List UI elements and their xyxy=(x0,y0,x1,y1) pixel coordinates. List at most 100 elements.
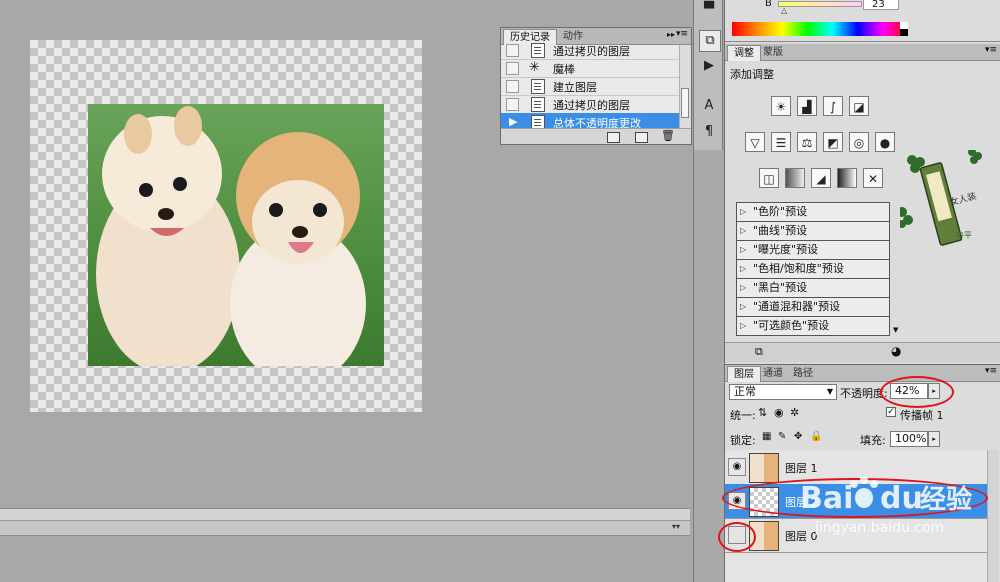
annotation-circle-visibility xyxy=(718,522,756,552)
history-state-icon xyxy=(531,43,545,58)
history-item[interactable]: 通过拷贝的图层 xyxy=(501,41,679,60)
unify-label: 统一: xyxy=(730,409,756,422)
clover-sticker-decoration: 女人装 中平 xyxy=(897,148,996,260)
history-item-label: 建立图层 xyxy=(553,81,597,94)
magic-wand-icon: ✳ xyxy=(529,60,540,75)
threshold-icon[interactable]: ◢ xyxy=(811,168,831,188)
play-icon[interactable]: ▶ xyxy=(699,56,719,76)
history-item[interactable]: 通过拷贝的图层 xyxy=(501,95,679,114)
exposure-icon[interactable]: ◪ xyxy=(849,96,869,116)
history-checkbox[interactable] xyxy=(506,44,519,57)
scroll-down-icon[interactable]: ▼ xyxy=(893,326,898,334)
character-icon[interactable]: A xyxy=(699,96,719,116)
history-checkbox[interactable] xyxy=(506,62,519,75)
status-bar-top xyxy=(0,508,690,520)
history-checkbox[interactable] xyxy=(506,80,519,93)
dog-photo xyxy=(88,104,384,366)
unify-visibility-icon[interactable]: ◉ xyxy=(774,406,784,419)
expand-triangle-icon: ▷ xyxy=(740,302,747,311)
history-item[interactable]: 建立图层 xyxy=(501,77,679,96)
fill-label: 填充: xyxy=(860,434,886,447)
tab-paths[interactable]: 路径 xyxy=(787,366,819,381)
fill-slider-toggle[interactable]: ▸ xyxy=(928,431,940,447)
return-icon[interactable]: ⧉ xyxy=(755,345,763,359)
preset-label: "可选颜色"预设 xyxy=(753,319,830,332)
channel-label: B xyxy=(765,0,772,9)
tab-channels[interactable]: 通道 xyxy=(757,366,789,381)
expand-triangle-icon: ▷ xyxy=(740,245,747,254)
lock-all-icon[interactable]: 🔒 xyxy=(810,431,822,442)
preset-label: "曲线"预设 xyxy=(753,224,808,237)
blend-mode-select[interactable]: 正常 ▼ xyxy=(729,384,837,400)
watermark-brand-c: 经验 xyxy=(920,484,972,515)
two-pomeranian-dogs-image xyxy=(96,106,366,366)
color-spectrum[interactable] xyxy=(732,22,908,36)
expand-triangle-icon: ▷ xyxy=(740,226,747,235)
history-brush-icon[interactable]: ⧉ xyxy=(699,30,721,52)
clip-icon[interactable]: ◕ xyxy=(891,344,901,358)
watermark-url: jingyan.baidu.com xyxy=(814,520,944,536)
tab-masks[interactable]: 蒙版 xyxy=(757,45,789,60)
selective-color-icon[interactable]: ✕ xyxy=(863,168,883,188)
lock-paint-icon[interactable]: ✎ xyxy=(778,431,786,442)
vibrance-icon[interactable]: ▽ xyxy=(745,132,765,152)
collapse-icon[interactable]: ▸▸ xyxy=(667,30,675,39)
lock-transparency-icon[interactable]: ▦ xyxy=(762,431,771,442)
panel-menu-icon[interactable]: ▾≡ xyxy=(985,366,997,376)
lock-position-icon[interactable]: ✥ xyxy=(794,431,802,442)
channel-mixer-icon[interactable]: ● xyxy=(875,132,895,152)
preset-item[interactable]: ▷ "通道混和器"预设 xyxy=(737,298,889,317)
history-state-icon xyxy=(531,97,545,112)
panel-menu-icon[interactable]: ▾▾ xyxy=(672,522,688,534)
stamp-icon[interactable]: ▀ xyxy=(699,0,719,20)
preset-item[interactable]: ▷ "黑白"预设 xyxy=(737,279,889,298)
dock-empty-area xyxy=(693,150,723,582)
hue-saturation-icon[interactable]: ☰ xyxy=(771,132,791,152)
history-footer: 🗑 xyxy=(501,128,691,144)
expand-triangle-icon: ▷ xyxy=(740,207,747,216)
color-balance-icon[interactable]: ⚖ xyxy=(797,132,817,152)
history-item[interactable]: ✳ 魔棒 xyxy=(501,59,679,78)
preset-item[interactable]: ▷ "色阶"预设 xyxy=(737,203,889,222)
trash-icon[interactable]: 🗑 xyxy=(661,129,675,142)
photo-filter-icon[interactable]: ◎ xyxy=(849,132,869,152)
panel-menu-icon[interactable]: ▾≡ xyxy=(985,45,997,55)
history-item-label: 魔棒 xyxy=(553,63,575,76)
paragraph-icon[interactable]: ¶ xyxy=(699,122,719,142)
camera-icon[interactable] xyxy=(635,132,648,143)
expand-triangle-icon: ▷ xyxy=(740,283,747,292)
tab-adjustments[interactable]: 调整 xyxy=(727,45,761,61)
panel-menu-icon[interactable]: ▾≡ xyxy=(676,29,688,39)
invert-icon[interactable]: ◫ xyxy=(759,168,779,188)
gradient-map-icon[interactable] xyxy=(837,168,857,188)
watermark-brand-b: du xyxy=(880,481,923,516)
black-white-icon[interactable]: ◩ xyxy=(823,132,843,152)
preset-item[interactable]: ▷ "可选颜色"预设 xyxy=(737,317,889,335)
propagate-checkbox[interactable]: ✓ xyxy=(886,407,896,417)
preset-item[interactable]: ▷ "曲线"预设 xyxy=(737,222,889,241)
history-scroll-thumb[interactable] xyxy=(681,88,689,118)
preset-item[interactable]: ▷ "色相/饱和度"预设 xyxy=(737,260,889,279)
panel-dock-strip: ▀ ⧉ ▶ A ¶ xyxy=(693,0,723,150)
tab-layers[interactable]: 图层 xyxy=(727,366,761,382)
brightness-icon[interactable]: ☀ xyxy=(771,96,791,116)
slider-handle-icon[interactable]: △ xyxy=(781,6,787,15)
preset-item[interactable]: ▷ "曝光度"预设 xyxy=(737,241,889,260)
curves-icon[interactable]: ∫ xyxy=(823,96,843,116)
new-document-icon[interactable] xyxy=(607,132,620,143)
sticker-subtext: 中平 xyxy=(956,230,972,240)
levels-icon[interactable]: ▟ xyxy=(797,96,817,116)
unify-position-icon[interactable]: ⇅ xyxy=(758,406,767,419)
history-item-label: 通过拷贝的图层 xyxy=(553,45,630,58)
history-pointer-icon: ▶ xyxy=(509,115,518,128)
history-checkbox[interactable] xyxy=(506,98,519,111)
fill-input[interactable]: 100% xyxy=(890,431,928,447)
posterize-icon[interactable] xyxy=(785,168,805,188)
black-white-swatch[interactable] xyxy=(900,22,908,36)
eye-icon[interactable]: ◉ xyxy=(728,458,746,476)
preset-label: "色阶"预设 xyxy=(753,205,808,218)
layers-tabbar: 图层 通道 路径 ▾≡ xyxy=(725,365,1000,382)
unify-style-icon[interactable]: ✲ xyxy=(790,406,799,419)
channel-value-field[interactable]: 23 xyxy=(863,0,899,10)
channel-slider[interactable] xyxy=(778,1,862,7)
